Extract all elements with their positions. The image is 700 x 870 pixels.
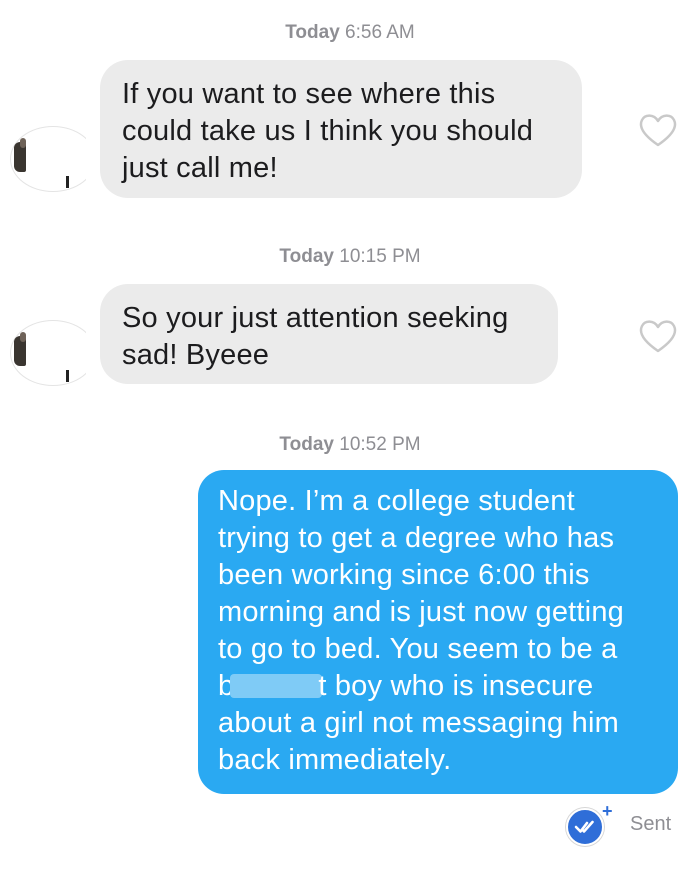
timestamp-time: 10:15 PM xyxy=(339,246,421,267)
sender-avatar[interactable] xyxy=(6,124,86,194)
timestamp-time: 6:56 AM xyxy=(345,22,415,43)
message-line: trying to get a degree who has xyxy=(218,522,615,554)
message-line: been working since 6:00 this xyxy=(218,559,590,591)
timestamp-day: Today xyxy=(279,434,334,455)
sender-avatar[interactable] xyxy=(6,318,86,388)
sent-status: Sent xyxy=(630,813,672,835)
incoming-message-bubble[interactable]: If you want to see where this could take… xyxy=(100,60,582,198)
message-line: Nope. I’m a college student xyxy=(218,485,575,517)
timestamp-3: Today 10:52 PM xyxy=(0,434,700,456)
message-line: just call me! xyxy=(122,152,278,184)
incoming-message-bubble[interactable]: So your just attention seeking sad! Byee… xyxy=(100,284,558,384)
timestamp-time: 10:52 PM xyxy=(339,434,421,455)
message-line: sad! Byeee xyxy=(122,339,270,371)
timestamp-2: Today 10:15 PM xyxy=(0,246,700,268)
outgoing-message-bubble[interactable]: Nope. I’m a college student trying to ge… xyxy=(198,470,678,794)
timestamp-1: Today 6:56 AM xyxy=(0,22,700,44)
message-line: could take us I think you should xyxy=(122,115,534,147)
message-line: So your just attention seeking xyxy=(122,302,509,334)
message-line-redacted: bt boy who is insecure xyxy=(218,668,658,705)
timestamp-day: Today xyxy=(279,246,334,267)
redaction-blur xyxy=(230,674,323,698)
double-check-icon xyxy=(566,808,604,846)
message-line: If you want to see where this xyxy=(122,78,496,110)
message-line: morning and is just now getting xyxy=(218,596,624,628)
timestamp-day: Today xyxy=(285,22,340,43)
redacted-suffix: t boy who is insecure xyxy=(318,670,594,702)
heart-like-icon[interactable] xyxy=(638,112,678,148)
message-line: back immediately. xyxy=(218,744,452,776)
heart-like-icon[interactable] xyxy=(638,318,678,354)
message-line: to go to bed. You seem to be a xyxy=(218,633,618,665)
plus-icon: + xyxy=(602,801,613,821)
message-line: about a girl not messaging him xyxy=(218,707,619,739)
